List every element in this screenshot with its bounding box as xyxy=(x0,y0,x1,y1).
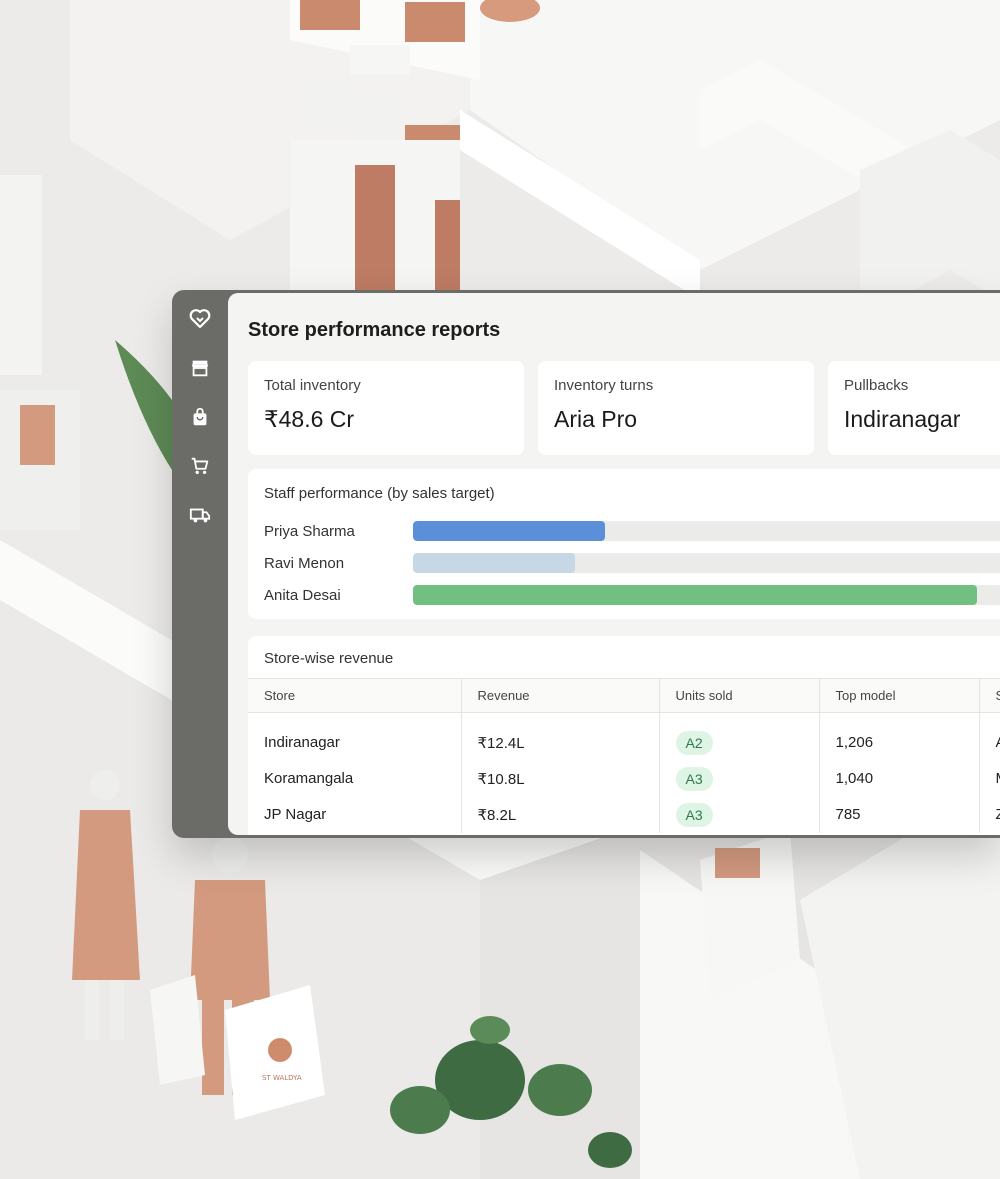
staff-performance-title: Staff performance (by sales target) xyxy=(264,485,495,502)
cell-truncated: A xyxy=(978,712,1000,761)
staff-row[interactable]: Priya Sharma xyxy=(264,520,413,542)
column-header-truncated[interactable]: S xyxy=(978,678,1000,713)
cell-units: A3 xyxy=(658,796,819,833)
table-row[interactable]: Koramangala ₹10.8L A3 1,040 M xyxy=(248,760,1000,797)
store-revenue-title: Store-wise revenue xyxy=(264,650,394,667)
cart-icon[interactable] xyxy=(185,451,215,481)
table-header-row: Store Revenue Units sold Top model S xyxy=(248,678,1000,713)
sidebar-rail xyxy=(172,290,228,838)
reports-panel: Store performance reports Total inventor… xyxy=(228,293,1000,835)
kpi-card-pullbacks[interactable]: Pullbacks Indiranagar xyxy=(828,361,1000,455)
cell-store: Indiranagar xyxy=(264,734,340,752)
column-header-store[interactable]: Store xyxy=(248,678,461,713)
staff-name: Priya Sharma xyxy=(264,522,355,540)
kpi-value: ₹48.6 Cr xyxy=(264,406,355,432)
cell-revenue: ₹8.2L xyxy=(460,796,659,833)
grade-badge: A3 xyxy=(675,766,713,791)
storefront-icon[interactable] xyxy=(185,353,215,383)
cell-top-model: 1,206 xyxy=(818,712,979,761)
kpi-label: Pullbacks xyxy=(844,377,909,394)
grade-badge: A2 xyxy=(675,730,713,755)
table-row[interactable]: Indiranagar ₹12.4L A2 1,206 A xyxy=(248,712,1000,761)
table-row[interactable]: JP Nagar ₹8.2L A3 785 Z xyxy=(248,796,1000,833)
staff-row[interactable]: Anita Desai xyxy=(264,584,413,606)
dashboard-window: Store performance reports Total inventor… xyxy=(172,290,1000,838)
progress-fill xyxy=(413,521,605,541)
page-title: Store performance reports xyxy=(248,319,501,341)
kpi-label: Inventory turns xyxy=(554,377,654,394)
column-header-top-model[interactable]: Top model xyxy=(818,678,979,713)
cell-top-model: 1,040 xyxy=(818,760,979,797)
cell-revenue: ₹12.4L xyxy=(460,712,659,761)
cell-units: A3 xyxy=(658,760,819,797)
cell-units: A2 xyxy=(658,712,819,761)
shopping-bag-icon[interactable] xyxy=(185,402,215,432)
staff-name: Ravi Menon xyxy=(264,554,345,572)
cell-revenue: ₹10.8L xyxy=(460,760,659,797)
bag-logo-text: ST WALDYA xyxy=(262,1074,302,1082)
kpi-card-total-inventory[interactable]: Total inventory ₹48.6 Cr xyxy=(248,361,524,455)
kpi-value: Indiranagar xyxy=(844,406,961,432)
kpi-label: Total inventory xyxy=(264,377,361,394)
cell-top-model: 785 xyxy=(818,796,979,833)
column-header-revenue[interactable]: Revenue xyxy=(460,678,659,713)
staff-performance-card: Staff performance (by sales target) Priy… xyxy=(248,469,1000,619)
store-revenue-card: Store-wise revenue Store Revenue Units s… xyxy=(248,636,1000,835)
kpi-card-inventory-turns[interactable]: Inventory turns Aria Pro xyxy=(538,361,814,455)
kpi-value: Aria Pro xyxy=(554,406,638,432)
progress-track xyxy=(413,585,1000,605)
delivery-truck-icon[interactable] xyxy=(185,500,215,530)
cell-store: Koramangala xyxy=(264,770,354,787)
progress-track xyxy=(413,521,1000,541)
cell-store: JP Nagar xyxy=(264,806,327,823)
cell-truncated: Z xyxy=(978,796,1000,833)
revenue-table: Store Revenue Units sold Top model S Ind… xyxy=(248,678,1000,833)
progress-track xyxy=(413,553,1000,573)
logo-heart-icon[interactable] xyxy=(185,304,215,334)
grade-badge: A3 xyxy=(675,802,713,827)
column-header-units-sold[interactable]: Units sold xyxy=(658,678,819,713)
progress-fill xyxy=(413,585,977,605)
staff-row[interactable]: Ravi Menon xyxy=(264,552,413,574)
cell-truncated: M xyxy=(978,760,1000,797)
staff-name: Anita Desai xyxy=(264,586,341,604)
progress-fill xyxy=(413,553,575,573)
